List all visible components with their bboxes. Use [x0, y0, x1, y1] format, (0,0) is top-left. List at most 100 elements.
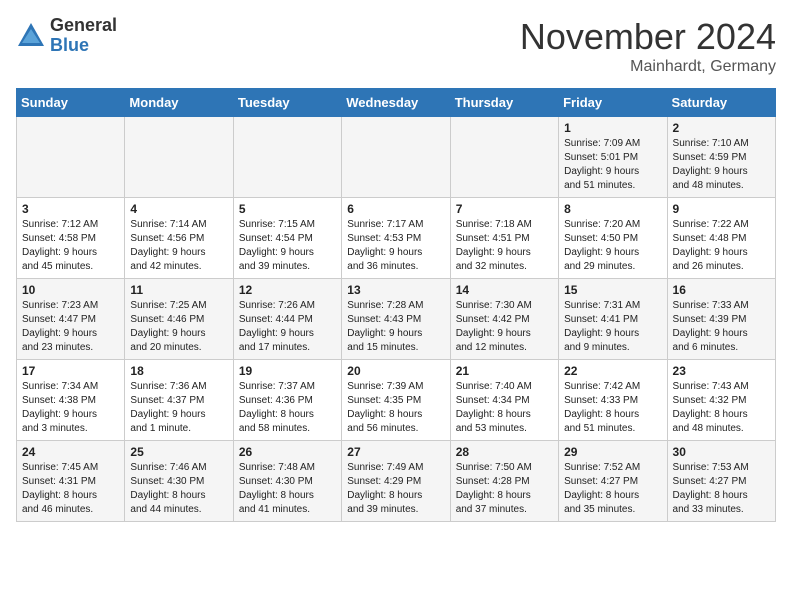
- title-section: November 2024 Mainhardt, Germany: [520, 16, 776, 76]
- page-header: General Blue November 2024 Mainhardt, Ge…: [16, 16, 776, 76]
- calendar-cell: [17, 117, 125, 198]
- day-number: 5: [239, 202, 336, 216]
- calendar-cell: 27 Sunrise: 7:49 AM Sunset: 4:29 PM Dayli…: [342, 441, 450, 522]
- calendar-table: SundayMondayTuesdayWednesdayThursdayFrid…: [16, 88, 776, 522]
- location-subtitle: Mainhardt, Germany: [520, 58, 776, 76]
- calendar-cell: 24Sunrise: 7:45 AM Sunset: 4:31 PM Dayli…: [17, 441, 125, 522]
- day-info: Sunrise: 7:26 AM Sunset: 4:44 PM Dayligh…: [239, 299, 336, 355]
- day-number: 9: [673, 202, 770, 216]
- day-info: Sunrise: 7:36 AM Sunset: 4:37 PM Dayligh…: [130, 380, 227, 436]
- day-info: Sunrise: 7:33 AM Sunset: 4:39 PM Dayligh…: [673, 299, 770, 355]
- day-number: 18: [130, 364, 227, 378]
- calendar-cell: 21 Sunrise: 7:40 AM Sunset: 4:34 PM Dayli…: [450, 360, 558, 441]
- day-number: 12: [239, 283, 336, 297]
- day-of-week-thursday: Thursday: [450, 89, 558, 117]
- day-info: Sunrise: 7:10 AM Sunset: 4:59 PM Dayligh…: [673, 137, 770, 193]
- calendar-cell: 9Sunrise: 7:22 AM Sunset: 4:48 PM Daylig…: [667, 198, 775, 279]
- calendar-cell: 20 Sunrise: 7:39 AM Sunset: 4:35 PM Dayli…: [342, 360, 450, 441]
- day-number: 3: [22, 202, 119, 216]
- calendar-cell: 8Sunrise: 7:20 AM Sunset: 4:50 PM Daylig…: [559, 198, 667, 279]
- day-number: 25: [130, 445, 227, 459]
- calendar-cell: [125, 117, 233, 198]
- day-number: 27: [347, 445, 444, 459]
- day-number: 2: [673, 121, 770, 135]
- day-info: Sunrise: 7:09 AM Sunset: 5:01 PM Dayligh…: [564, 137, 661, 193]
- calendar-cell: 12 Sunrise: 7:26 AM Sunset: 4:44 PM Dayli…: [233, 279, 341, 360]
- calendar-cell: 22 Sunrise: 7:42 AM Sunset: 4:33 PM Dayli…: [559, 360, 667, 441]
- day-number: 29: [564, 445, 661, 459]
- calendar-cell: 29 Sunrise: 7:52 AM Sunset: 4:27 PM Dayli…: [559, 441, 667, 522]
- day-number: 4: [130, 202, 227, 216]
- day-number: 22: [564, 364, 661, 378]
- day-of-week-sunday: Sunday: [17, 89, 125, 117]
- day-number: 8: [564, 202, 661, 216]
- week-row: 24Sunrise: 7:45 AM Sunset: 4:31 PM Dayli…: [17, 441, 776, 522]
- calendar-cell: 13Sunrise: 7:28 AM Sunset: 4:43 PM Dayli…: [342, 279, 450, 360]
- calendar-cell: 16 Sunrise: 7:33 AM Sunset: 4:39 PM Dayli…: [667, 279, 775, 360]
- calendar-cell: 18 Sunrise: 7:36 AM Sunset: 4:37 PM Dayli…: [125, 360, 233, 441]
- day-number: 19: [239, 364, 336, 378]
- day-info: Sunrise: 7:53 AM Sunset: 4:27 PM Dayligh…: [673, 461, 770, 517]
- day-info: Sunrise: 7:31 AM Sunset: 4:41 PM Dayligh…: [564, 299, 661, 355]
- week-row: 1Sunrise: 7:09 AM Sunset: 5:01 PM Daylig…: [17, 117, 776, 198]
- day-info: Sunrise: 7:49 AM Sunset: 4:29 PM Dayligh…: [347, 461, 444, 517]
- day-number: 11: [130, 283, 227, 297]
- day-number: 14: [456, 283, 553, 297]
- calendar-cell: 15 Sunrise: 7:31 AM Sunset: 4:41 PM Dayli…: [559, 279, 667, 360]
- calendar-cell: 6 Sunrise: 7:17 AM Sunset: 4:53 PM Daylig…: [342, 198, 450, 279]
- day-info: Sunrise: 7:14 AM Sunset: 4:56 PM Dayligh…: [130, 218, 227, 274]
- day-info: Sunrise: 7:40 AM Sunset: 4:34 PM Dayligh…: [456, 380, 553, 436]
- calendar-cell: [233, 117, 341, 198]
- day-of-week-saturday: Saturday: [667, 89, 775, 117]
- day-info: Sunrise: 7:39 AM Sunset: 4:35 PM Dayligh…: [347, 380, 444, 436]
- calendar-cell: [450, 117, 558, 198]
- day-info: Sunrise: 7:30 AM Sunset: 4:42 PM Dayligh…: [456, 299, 553, 355]
- calendar-cell: 5Sunrise: 7:15 AM Sunset: 4:54 PM Daylig…: [233, 198, 341, 279]
- calendar-cell: 1Sunrise: 7:09 AM Sunset: 5:01 PM Daylig…: [559, 117, 667, 198]
- calendar-cell: 2 Sunrise: 7:10 AM Sunset: 4:59 PM Daylig…: [667, 117, 775, 198]
- day-number: 17: [22, 364, 119, 378]
- logo-general-text: General: [50, 16, 117, 36]
- day-number: 26: [239, 445, 336, 459]
- day-number: 6: [347, 202, 444, 216]
- calendar-cell: 17 Sunrise: 7:34 AM Sunset: 4:38 PM Dayli…: [17, 360, 125, 441]
- day-number: 24: [22, 445, 119, 459]
- calendar-cell: 14 Sunrise: 7:30 AM Sunset: 4:42 PM Dayli…: [450, 279, 558, 360]
- day-number: 10: [22, 283, 119, 297]
- day-info: Sunrise: 7:17 AM Sunset: 4:53 PM Dayligh…: [347, 218, 444, 274]
- days-of-week-row: SundayMondayTuesdayWednesdayThursdayFrid…: [17, 89, 776, 117]
- day-info: Sunrise: 7:50 AM Sunset: 4:28 PM Dayligh…: [456, 461, 553, 517]
- calendar-cell: [342, 117, 450, 198]
- month-title: November 2024: [520, 16, 776, 58]
- calendar-cell: 23Sunrise: 7:43 AM Sunset: 4:32 PM Dayli…: [667, 360, 775, 441]
- day-number: 20: [347, 364, 444, 378]
- day-of-week-monday: Monday: [125, 89, 233, 117]
- calendar-cell: 10 Sunrise: 7:23 AM Sunset: 4:47 PM Dayli…: [17, 279, 125, 360]
- day-number: 30: [673, 445, 770, 459]
- day-of-week-wednesday: Wednesday: [342, 89, 450, 117]
- day-info: Sunrise: 7:42 AM Sunset: 4:33 PM Dayligh…: [564, 380, 661, 436]
- day-info: Sunrise: 7:12 AM Sunset: 4:58 PM Dayligh…: [22, 218, 119, 274]
- day-number: 15: [564, 283, 661, 297]
- calendar-cell: 3 Sunrise: 7:12 AM Sunset: 4:58 PM Daylig…: [17, 198, 125, 279]
- calendar-cell: 7Sunrise: 7:18 AM Sunset: 4:51 PM Daylig…: [450, 198, 558, 279]
- day-info: Sunrise: 7:25 AM Sunset: 4:46 PM Dayligh…: [130, 299, 227, 355]
- calendar-cell: 4 Sunrise: 7:14 AM Sunset: 4:56 PM Daylig…: [125, 198, 233, 279]
- day-info: Sunrise: 7:34 AM Sunset: 4:38 PM Dayligh…: [22, 380, 119, 436]
- day-number: 23: [673, 364, 770, 378]
- calendar-cell: 19 Sunrise: 7:37 AM Sunset: 4:36 PM Dayli…: [233, 360, 341, 441]
- week-row: 3 Sunrise: 7:12 AM Sunset: 4:58 PM Daylig…: [17, 198, 776, 279]
- day-info: Sunrise: 7:48 AM Sunset: 4:30 PM Dayligh…: [239, 461, 336, 517]
- calendar-cell: 11 Sunrise: 7:25 AM Sunset: 4:46 PM Dayli…: [125, 279, 233, 360]
- day-number: 28: [456, 445, 553, 459]
- day-info: Sunrise: 7:37 AM Sunset: 4:36 PM Dayligh…: [239, 380, 336, 436]
- logo-icon: [16, 21, 46, 51]
- calendar-cell: 25Sunrise: 7:46 AM Sunset: 4:30 PM Dayli…: [125, 441, 233, 522]
- calendar-cell: 26 Sunrise: 7:48 AM Sunset: 4:30 PM Dayli…: [233, 441, 341, 522]
- day-info: Sunrise: 7:52 AM Sunset: 4:27 PM Dayligh…: [564, 461, 661, 517]
- logo-blue-text: Blue: [50, 36, 117, 56]
- day-info: Sunrise: 7:18 AM Sunset: 4:51 PM Dayligh…: [456, 218, 553, 274]
- day-number: 16: [673, 283, 770, 297]
- day-number: 21: [456, 364, 553, 378]
- day-info: Sunrise: 7:23 AM Sunset: 4:47 PM Dayligh…: [22, 299, 119, 355]
